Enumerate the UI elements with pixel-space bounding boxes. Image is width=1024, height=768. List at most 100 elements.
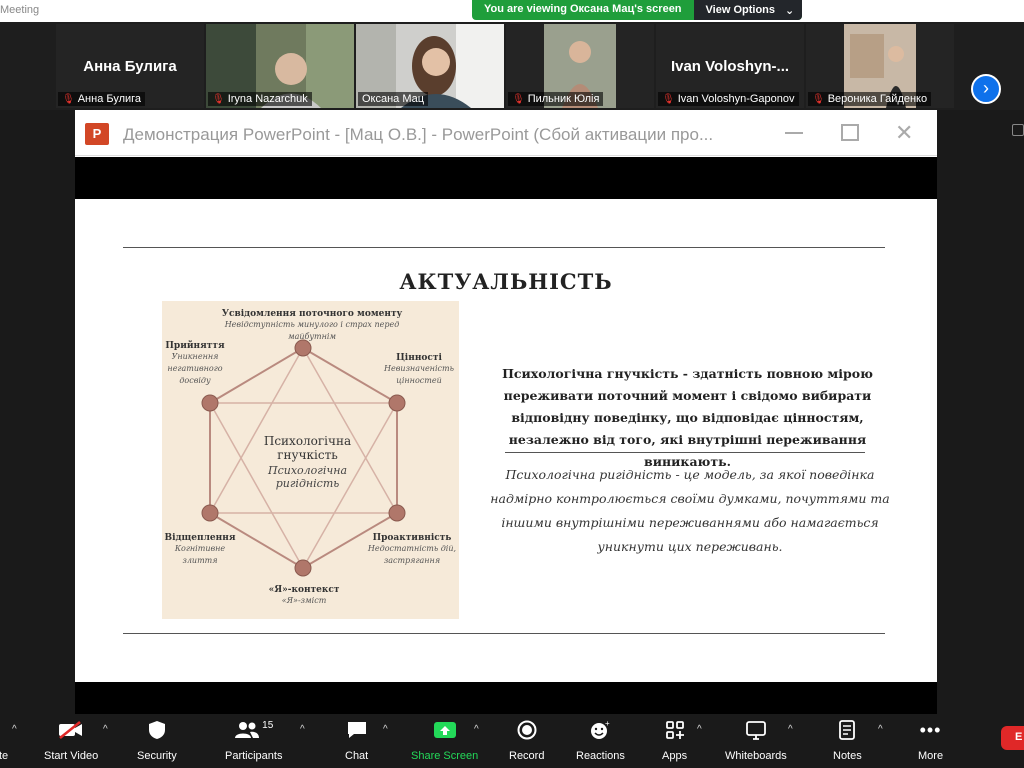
chevron-up-icon[interactable]: ^ xyxy=(103,724,108,735)
svg-text:+: + xyxy=(605,720,610,728)
participant-tile[interactable]: Ivan Voloshyn-... 🎙 Ivan Voloshyn-Gaponov xyxy=(656,24,804,108)
slide: АКТУАЛЬНІСТЬ Усвідомлення поточного моме… xyxy=(75,199,937,682)
participant-name: Iryna Nazarchuk xyxy=(227,93,308,105)
more-icon: ••• xyxy=(919,719,942,740)
video-off-icon xyxy=(58,718,84,742)
letterbox-bottom xyxy=(75,682,937,714)
shield-icon xyxy=(148,718,166,742)
apps-label: Apps xyxy=(662,750,688,762)
chevron-up-icon[interactable]: ^ xyxy=(383,724,388,735)
ppt-title-bar: P Демонстрация PowerPoint - [Мац О.В.] -… xyxy=(75,110,937,156)
close-icon[interactable]: ✕ xyxy=(895,120,913,146)
definition-italic: Психологічна ригідність - це модель, за … xyxy=(490,467,890,554)
participant-name: Вероника Гайденко xyxy=(827,93,928,105)
more-label: More xyxy=(918,750,944,762)
node-title: Проактивність xyxy=(372,533,452,543)
node-defusion: Відщеплення Когнітивне злиття xyxy=(164,533,236,567)
chevron-up-icon[interactable]: ^ xyxy=(788,724,793,735)
shared-screen: P Демонстрация PowerPoint - [Мац О.В.] -… xyxy=(75,110,937,714)
side-panel-icon[interactable] xyxy=(1012,124,1024,136)
node-sub: Недостатність дій, застрягання xyxy=(367,544,457,565)
audio-label: te xyxy=(0,750,9,762)
minimize-icon[interactable] xyxy=(785,132,803,134)
chat-icon xyxy=(346,718,368,742)
notes-label: Notes xyxy=(833,750,862,762)
reactions-button[interactable]: + Reactions xyxy=(576,718,625,762)
maximize-icon[interactable] xyxy=(841,124,859,141)
notes-icon xyxy=(838,718,856,742)
participant-tile[interactable]: Анна Булига 🎙 Анна Булига xyxy=(56,24,204,108)
whiteboards-label: Whiteboards xyxy=(725,750,787,762)
center-sub: Психологічна ригідність xyxy=(267,464,347,490)
mic-muted-icon: 🎙 xyxy=(62,93,75,105)
ppt-window-caption: Демонстрация PowerPoint - [Мац О.В.] - P… xyxy=(123,125,714,144)
view-options-button[interactable]: View Options ⌄ xyxy=(693,0,803,20)
mic-muted-icon: 🎙 xyxy=(662,93,675,105)
node-sub: Когнітивне злиття xyxy=(174,544,226,565)
participant-big-name: Ivan Voloshyn-... xyxy=(670,58,790,75)
definition-bold: Психологічна гнучкість - здатність повно… xyxy=(502,366,873,469)
chat-button[interactable]: Chat xyxy=(345,718,368,762)
node-marker xyxy=(388,394,406,412)
apps-icon xyxy=(665,718,685,742)
diagram-center: Психологічна гнучкість Психологічна ригі… xyxy=(250,434,365,490)
participants-icon: 15 xyxy=(234,718,273,742)
mic-muted-icon: 🎙 xyxy=(812,93,825,105)
node-self-context: «Я»-контекст «Я»-зміст xyxy=(254,585,354,607)
participants-count: 15 xyxy=(262,719,274,731)
participants-button[interactable]: 15 Participants xyxy=(225,718,282,763)
top-rule xyxy=(123,247,885,248)
chevron-down-icon: ⌄ xyxy=(785,4,795,17)
apps-button[interactable]: Apps xyxy=(662,718,687,762)
chevron-up-icon[interactable]: ^ xyxy=(12,724,17,735)
record-button[interactable]: Record xyxy=(509,718,544,762)
node-title: «Я»-контекст xyxy=(268,585,340,595)
node-proactivity: Проактивність Недостатність дій, застряг… xyxy=(367,533,457,567)
reactions-icon: + xyxy=(589,718,611,742)
node-title: Цінності xyxy=(396,353,442,363)
chevron-up-icon[interactable]: ^ xyxy=(878,724,883,735)
start-video-label: Start Video xyxy=(44,750,99,762)
next-page-button[interactable]: › xyxy=(971,74,1001,104)
share-screen-button[interactable]: Share Screen xyxy=(411,718,478,762)
node-sub: Невідступність минулого і страх перед ма… xyxy=(224,320,400,341)
security-button[interactable]: Security xyxy=(137,718,177,762)
participant-name: Ivan Voloshyn-Gaponov xyxy=(677,93,795,105)
reactions-label: Reactions xyxy=(576,750,625,762)
bottom-rule xyxy=(123,633,885,634)
participant-tile[interactable]: 🎙 Пильник Юлія xyxy=(506,24,654,108)
mic-muted-icon: 🎙 xyxy=(512,93,525,105)
record-icon xyxy=(517,718,537,742)
chevron-up-icon[interactable]: ^ xyxy=(697,724,702,735)
hexaflex-diagram: Усвідомлення поточного моменту Невідступ… xyxy=(162,301,459,619)
letterbox-top xyxy=(75,157,937,199)
participant-tile[interactable]: 🎙 Вероника Гайденко xyxy=(806,24,954,108)
participant-name: Пильник Юлія xyxy=(527,93,600,105)
participant-name: Анна Булига xyxy=(77,93,142,105)
share-screen-icon xyxy=(433,718,457,742)
view-options-label: View Options xyxy=(705,4,776,16)
node-title: Усвідомлення поточного моменту xyxy=(221,309,403,319)
mic-muted-icon: 🎙 xyxy=(212,93,225,105)
whiteboard-icon xyxy=(745,718,767,742)
chevron-up-icon[interactable]: ^ xyxy=(300,724,305,735)
chevron-up-icon[interactable]: ^ xyxy=(474,724,479,735)
participant-label: Оксана Мац xyxy=(358,92,429,106)
chevron-right-icon: › xyxy=(983,78,989,98)
end-meeting-button[interactable]: E xyxy=(1001,726,1024,750)
security-label: Security xyxy=(137,750,177,762)
participant-tile[interactable]: Оксана Мац xyxy=(356,24,504,108)
participant-big-name: Анна Булига xyxy=(83,58,177,75)
node-awareness: Усвідомлення поточного моменту Невідступ… xyxy=(202,309,422,343)
notes-button[interactable]: Notes xyxy=(833,718,862,762)
start-video-button[interactable]: Start Video xyxy=(44,718,98,762)
participant-name: Оксана Мац xyxy=(362,93,425,105)
node-acceptance: Прийняття Уникнення негативного досвіду xyxy=(164,341,226,387)
participant-label: 🎙 Пильник Юлія xyxy=(508,92,604,106)
more-button[interactable]: ••• More xyxy=(918,718,944,763)
node-marker xyxy=(294,559,312,577)
participant-tile[interactable]: 🎙 Iryna Nazarchuk xyxy=(206,24,354,108)
node-title: Відщеплення xyxy=(164,533,236,543)
whiteboards-button[interactable]: Whiteboards xyxy=(725,718,787,762)
node-title: Прийняття xyxy=(165,341,225,351)
